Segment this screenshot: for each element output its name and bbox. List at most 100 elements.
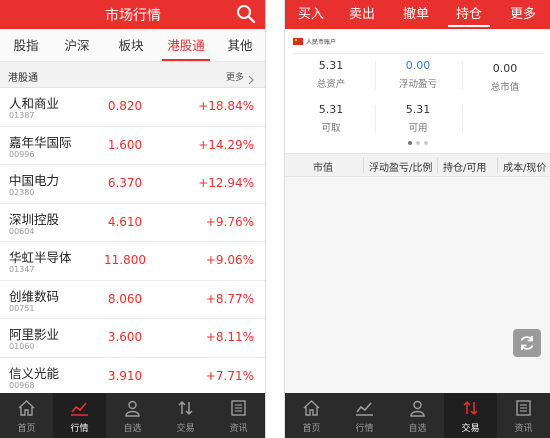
stock-price: 3.910 (107, 368, 143, 383)
tab-cancel-order[interactable]: 撤单 (392, 0, 440, 29)
chart-icon (356, 402, 373, 416)
nav-home[interactable]: 首页 (0, 393, 53, 438)
stock-change: +18.84% (198, 99, 254, 113)
stock-code: 02380 (9, 188, 35, 197)
nav-quotes[interactable]: 行情 (53, 393, 106, 438)
nav-quotes[interactable]: 行情 (338, 393, 391, 438)
stock-change: +7.71% (205, 368, 254, 383)
nav-label: 行情 (70, 424, 89, 434)
trade-icon (463, 400, 478, 416)
page-indicator (285, 141, 550, 149)
stock-name: 信义光能 (9, 365, 60, 381)
search-icon[interactable] (236, 4, 256, 24)
stock-row[interactable]: 中国电力 02380 6.370 +12.94% (0, 165, 265, 204)
stat-label: 可取 (321, 123, 341, 134)
divider (462, 105, 463, 133)
stock-code: 01060 (9, 342, 35, 351)
stock-row[interactable]: 人和商业 01387 0.820 +18.84% (0, 88, 265, 127)
trade-tabs: 买入 卖出 撤单 持仓 更多 (285, 0, 550, 29)
refresh-button[interactable] (513, 329, 541, 357)
tab-index[interactable]: 股指 (2, 29, 50, 62)
column-header: 持仓/可用 (443, 163, 487, 174)
stock-name: 创维数码 (9, 288, 60, 304)
trade-icon (178, 400, 193, 416)
stat-value: 0.00 (492, 62, 518, 75)
positions-table-header: 市值 浮动盈亏/比例 持仓/可用 成本/现价 (285, 153, 550, 177)
tab-other[interactable]: 其他 (216, 29, 264, 62)
stock-name: 中国电力 (9, 173, 60, 188)
nav-watchlist[interactable]: 自选 (391, 393, 444, 438)
stat-label: 总资产 (316, 79, 346, 90)
chart-icon (71, 402, 88, 416)
stock-name: 深圳控股 (9, 211, 60, 227)
market-tabs: 股指 沪深 板块 港股通 其他 (0, 29, 265, 62)
stat-label: 可用 (408, 123, 428, 134)
page-dot (416, 141, 420, 145)
stock-name: 人和商业 (9, 96, 60, 111)
stock-code: 00968 (9, 380, 35, 390)
account-label: 人民币账户 (306, 39, 337, 46)
stock-name: 嘉年华国际 (9, 134, 72, 150)
cny-flag-icon (293, 38, 303, 45)
stock-name: 阿里影业 (9, 327, 60, 342)
stock-price: 11.800 (104, 253, 146, 267)
stock-change: +14.29% (198, 137, 254, 152)
stock-price: 6.370 (107, 176, 143, 190)
stock-change: +9.76% (205, 214, 254, 229)
tab-sector[interactable]: 板块 (107, 29, 155, 62)
tab-buy[interactable]: 买入 (287, 0, 335, 29)
stat-available: 5.31 可用 (374, 103, 462, 134)
page-dot (424, 141, 428, 145)
stock-row[interactable]: 华虹半导体 01347 11.800 +9.06% (0, 242, 265, 281)
news-icon (516, 400, 531, 416)
stock-price: 4.610 (107, 214, 143, 229)
stock-price: 0.820 (107, 99, 143, 113)
tab-sell[interactable]: 卖出 (338, 0, 386, 29)
stock-code: 00604 (9, 226, 35, 236)
nav-trade[interactable]: 交易 (159, 393, 212, 438)
divider (293, 53, 543, 54)
tab-more[interactable]: 更多 (499, 0, 547, 29)
home-icon (303, 400, 320, 416)
nav-label: 自选 (408, 424, 427, 434)
stock-row[interactable]: 创维数码 00751 8.060 +8.77% (0, 281, 265, 319)
stock-change: +12.94% (198, 176, 254, 190)
tab-shanghai-shenzhen[interactable]: 沪深 (53, 29, 101, 62)
stat-value: 5.31 (318, 59, 344, 72)
nav-trade[interactable]: 交易 (444, 393, 497, 438)
stat-withdrawable: 5.31 可取 (287, 103, 375, 134)
refresh-icon (520, 336, 534, 350)
tab-hk-connect[interactable]: 港股通 (160, 29, 212, 62)
news-icon (231, 400, 246, 416)
account-summary[interactable]: 人民币账户 5.31 总资产 0.00 浮动盈亏 0.00 总市值 5.31 可… (285, 29, 550, 153)
stock-row[interactable]: 深圳控股 00604 4.610 +9.76% (0, 204, 265, 242)
positions-list (285, 177, 550, 393)
page-title: 市场行情 (105, 8, 161, 24)
section-title: 港股通 (8, 73, 38, 84)
nav-watchlist[interactable]: 自选 (106, 393, 159, 438)
stock-code: 00996 (9, 149, 35, 159)
stat-value: 0.00 (405, 59, 431, 72)
stock-row[interactable]: 嘉年华国际 00996 1.600 +14.29% (0, 127, 265, 165)
tab-positions[interactable]: 持仓 (445, 0, 493, 29)
user-icon (125, 400, 140, 417)
user-icon (410, 400, 425, 417)
chevron-right-icon[interactable] (248, 70, 254, 85)
more-link[interactable]: 更多 (226, 70, 244, 83)
header-bar: 市场行情 (0, 0, 265, 29)
stock-code: 00751 (9, 303, 35, 313)
stock-code: 01387 (9, 111, 35, 120)
nav-label: 交易 (176, 424, 195, 434)
stock-row[interactable]: 阿里影业 01060 3.600 +8.11% (0, 319, 265, 358)
stock-name: 华虹半导体 (9, 250, 72, 265)
stock-change: +9.06% (205, 253, 254, 267)
nav-label: 首页 (17, 424, 36, 434)
stat-market-value: 0.00 总市值 (461, 62, 549, 93)
nav-home[interactable]: 首页 (285, 393, 338, 438)
stock-price: 8.060 (107, 291, 143, 306)
stat-label: 浮动盈亏 (398, 79, 437, 90)
stock-row[interactable]: 信义光能 00968 3.910 +7.71% (0, 358, 265, 396)
trade-position-screen: 买入 卖出 撤单 持仓 更多 人民币账户 5.31 总资产 0.00 浮动盈亏 … (284, 0, 550, 438)
nav-news[interactable]: 资讯 (212, 393, 265, 438)
nav-news[interactable]: 资讯 (497, 393, 550, 438)
